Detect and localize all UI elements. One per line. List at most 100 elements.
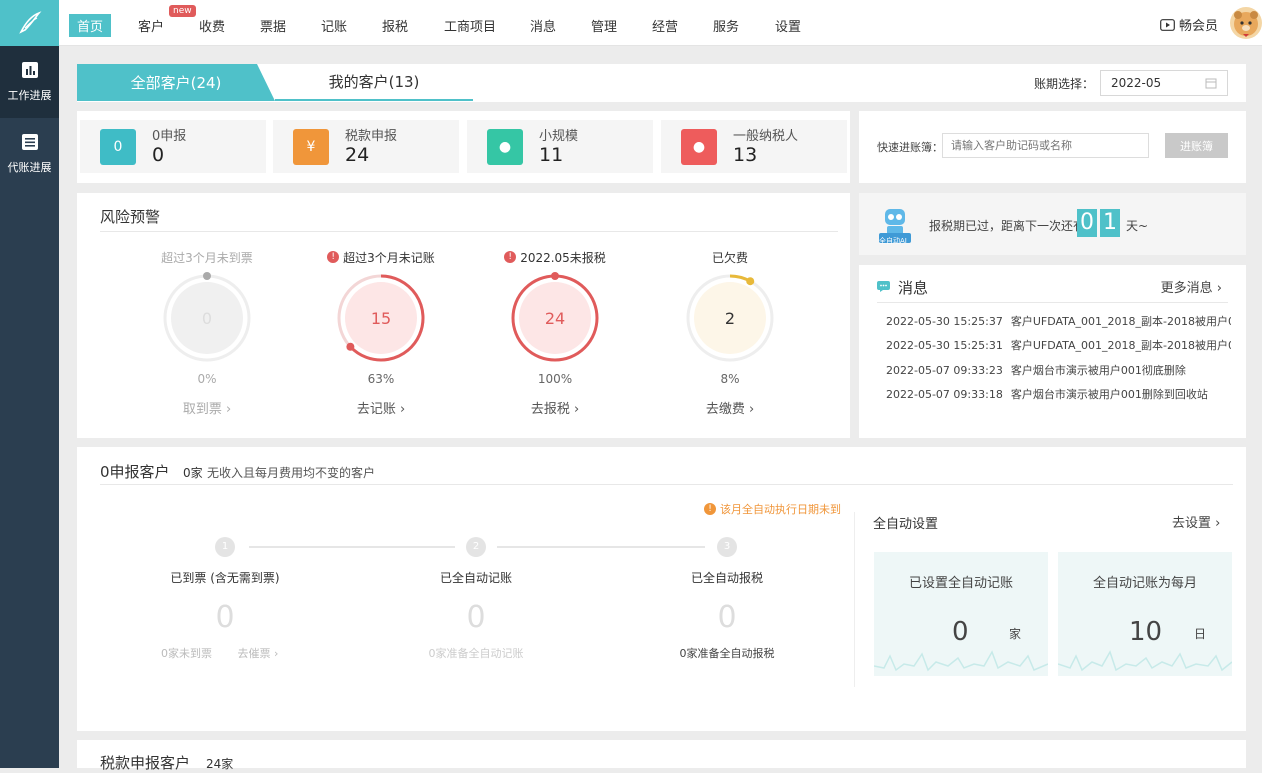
box-value: 10 xyxy=(1129,617,1163,647)
stat-zero-declaration[interactable]: 0 0申报 0 xyxy=(80,120,266,173)
tax-declaration-panel: 税款申报客户 24家 xyxy=(77,740,1246,772)
days-digit-1: 0 xyxy=(1077,209,1097,237)
nav-item-fees[interactable]: 收费 xyxy=(199,16,225,35)
gauge-link-go-declare[interactable]: 去报税 › xyxy=(495,398,615,417)
urge-invoice-link[interactable]: 去催票 › xyxy=(238,647,279,660)
gauge-link-go-bookkeeping[interactable]: 去记账 › xyxy=(321,398,441,417)
robot-label: 全自动AI xyxy=(879,237,907,245)
gauge-marker xyxy=(346,342,355,351)
vertical-divider xyxy=(854,512,855,687)
nav-item-services[interactable]: 服务 xyxy=(713,16,739,35)
nav-item-bills[interactable]: 票据 xyxy=(260,16,286,35)
nav-item-customers[interactable]: 客户 xyxy=(138,16,164,35)
sidebar-item-bookkeeping-progress[interactable]: 代账进展 xyxy=(0,118,59,190)
stat-value: 13 xyxy=(733,144,758,166)
vip-link[interactable]: 畅会员 xyxy=(1160,15,1218,34)
go-settings-link[interactable]: 去设置 › xyxy=(1172,512,1220,531)
deadline-panel: 全自动AI 报税期已过，距离下一次还有 0 1 天~ xyxy=(859,193,1246,255)
step-label: 已全自动记账 xyxy=(439,571,512,585)
stat-tax-declaration[interactable]: ¥ 税款申报 24 xyxy=(273,120,459,173)
nav-item-settings[interactable]: 设置 xyxy=(775,16,801,35)
gauge-pct: 100% xyxy=(537,372,573,386)
box-title: 已设置全自动记账 xyxy=(908,576,1013,591)
message-item[interactable]: 2022-05-07 09:33:23 客户烟台市演示被用户001彻底删除 xyxy=(886,362,1231,378)
step-value: 0 xyxy=(466,600,486,635)
step-auto-tax: 3 已全自动报税 0 0家准备全自动报税 xyxy=(667,537,787,661)
message-item[interactable]: 2022-05-30 15:25:37 客户UFDATA_001_2018_副本-… xyxy=(886,313,1231,329)
nav-item-tax[interactable]: 报税 xyxy=(382,16,408,35)
nav-item-business-projects[interactable]: 工商项目 xyxy=(444,16,496,35)
stat-user-icon: ● xyxy=(681,129,717,165)
gauge-marker xyxy=(746,277,755,286)
step-label: 已全自动报税 xyxy=(690,571,763,585)
auto-bookkeeping-count-box: 已设置全自动记账 0 家 xyxy=(874,552,1048,676)
gauge-value: 24 xyxy=(545,309,565,328)
sidebar: 工作进展 代账进展 xyxy=(0,0,59,768)
gauge-value: 0 xyxy=(202,309,212,328)
period-input[interactable]: 2022-05 xyxy=(1100,70,1228,96)
avatar[interactable] xyxy=(1230,7,1262,39)
sidebar-item-work-progress[interactable]: 工作进展 xyxy=(0,46,59,118)
chat-icon xyxy=(877,281,890,292)
nav-item-home[interactable]: 首页 xyxy=(69,14,112,37)
tab-my-customers[interactable]: 我的客户(13) xyxy=(275,64,473,101)
tax-count: 24家 xyxy=(206,757,234,771)
step-value: 0 xyxy=(215,600,235,635)
warning-icon: ! xyxy=(704,503,716,515)
stat-user-icon: ● xyxy=(487,129,523,165)
box-unit: 日 xyxy=(1194,627,1207,641)
gauge-pct: 0% xyxy=(197,372,217,386)
stat-label: 0申报 xyxy=(152,129,187,144)
auto-bookkeeping-day-box: 全自动记账为每月 10 日 xyxy=(1058,552,1232,676)
gauge-title: 已欠费 xyxy=(711,250,748,265)
sidebar-item-label: 代账进展 xyxy=(7,161,52,174)
gauge-marker xyxy=(203,272,211,280)
divider xyxy=(100,484,1233,485)
risk-title: 风险预警 xyxy=(100,208,161,226)
gauge-link-get-invoice[interactable]: 取到票 › xyxy=(147,398,267,417)
warning-icon: ! xyxy=(327,251,340,263)
tab-all-customers[interactable]: 全部客户(24) xyxy=(77,64,275,101)
gauge-ring: 24 xyxy=(511,272,599,362)
gauge-title-wrap: ! 2022.05未报税 xyxy=(495,248,615,266)
nav-item-operations[interactable]: 经营 xyxy=(652,16,678,35)
app-logo[interactable] xyxy=(0,0,59,46)
feather-logo-icon xyxy=(18,11,41,34)
nav-item-manage[interactable]: 管理 xyxy=(591,16,617,35)
stat-value: 0 xyxy=(152,144,165,166)
message-item[interactable]: 2022-05-30 15:25:31 客户UFDATA_001_2018_副本-… xyxy=(886,337,1231,353)
step-sub: 0家准备全自动记账 xyxy=(428,647,524,660)
risk-panel: 风险预警 超过3个月未到票 0 0% 取到票 › ! 超过3个月未记账 15 63… xyxy=(77,193,850,438)
gauge-title: 2022.05未报税 xyxy=(520,250,606,265)
message-item[interactable]: 2022-05-07 09:33:18 客户烟台市演示被用户001删除到回收站 xyxy=(886,386,1231,402)
stat-label: 小规模 xyxy=(539,129,579,144)
wave-decoration xyxy=(874,650,1048,672)
zero-count: 0家 xyxy=(183,466,203,480)
step-number: 3 xyxy=(717,537,737,557)
sidebar-item-label: 工作进展 xyxy=(7,89,52,102)
nav-item-bookkeeping[interactable]: 记账 xyxy=(321,16,347,35)
step-sub: 0家未到票 去催票 › xyxy=(161,647,279,660)
calendar-icon xyxy=(1205,78,1217,89)
wave-decoration xyxy=(1058,650,1232,672)
quick-ledger-input[interactable] xyxy=(942,133,1149,158)
enter-ledger-button[interactable]: 进账簿 xyxy=(1165,133,1228,158)
top-nav: 首页 客户 new 收费 票据 记账 报税 工商项目 消息 管理 经营 服务 设… xyxy=(59,0,1262,46)
tax-title: 税款申报客户 xyxy=(100,754,191,772)
gauge-arrears: 已欠费 2 8% 去缴费 › xyxy=(670,248,790,417)
more-messages-link[interactable]: 更多消息 › xyxy=(1161,277,1222,296)
stat-general-taxpayer[interactable]: ● 一般纳税人 13 xyxy=(661,120,847,173)
box-value: 0 xyxy=(952,617,969,647)
vip-label: 畅会员 xyxy=(1178,19,1218,34)
period-selector: 账期选择： 2022-05 xyxy=(1034,70,1228,96)
notice: ! 该月全自动执行日期未到 xyxy=(704,501,841,517)
gauge-link-go-pay[interactable]: 去缴费 › xyxy=(670,398,790,417)
nav-item-messages[interactable]: 消息 xyxy=(530,16,556,35)
play-icon xyxy=(1160,18,1175,31)
stat-small-scale[interactable]: ● 小规模 11 xyxy=(467,120,653,173)
warning-icon: ! xyxy=(504,251,517,263)
zero-desc: 无收入且每月费用均不变的客户 xyxy=(207,466,376,480)
period-label: 账期选择： xyxy=(1033,76,1094,91)
period-value: 2022-05 xyxy=(1111,76,1162,90)
step-value: 0 xyxy=(717,600,737,635)
